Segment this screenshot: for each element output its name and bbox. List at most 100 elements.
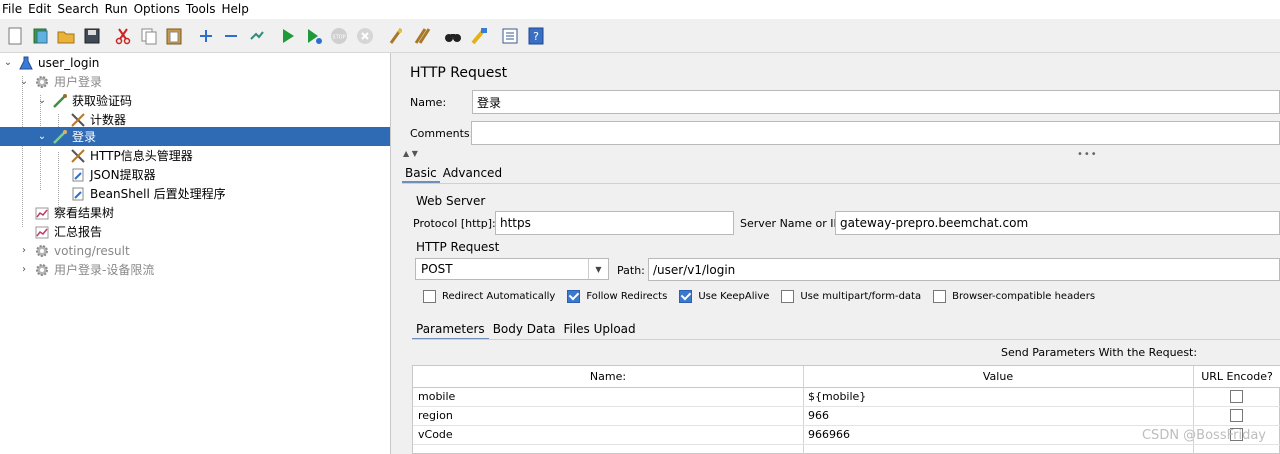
tab-advanced[interactable]: Advanced [440,163,505,183]
tree-item-voting-result[interactable]: › voting/result [0,241,390,260]
use-multipart-checkbox[interactable]: Use multipart/form-data [781,290,921,303]
save-icon[interactable] [80,24,104,48]
start-no-pause-icon[interactable] [302,24,326,48]
shutdown-icon[interactable] [353,24,377,48]
stop-icon[interactable]: STOP [327,24,351,48]
tab-basic[interactable]: Basic [402,163,440,183]
collapse-icon[interactable] [219,24,243,48]
function-helper-icon[interactable] [498,24,522,48]
protocol-label: Protocol [http]: [413,217,496,230]
subtabs-divider [412,339,1280,340]
column-header-name[interactable]: Name: [413,366,803,388]
table-row[interactable]: region 966 [413,407,1280,426]
follow-redirects-checkbox[interactable]: Follow Redirects [567,290,667,303]
menu-tools[interactable]: Tools [183,0,219,19]
templates-icon[interactable] [29,24,53,48]
url-encode-checkbox[interactable] [1230,390,1243,403]
param-value[interactable]: ${mobile} [803,388,1193,406]
tree-item-login[interactable]: ⌄ 登录 [0,127,390,146]
copy-icon[interactable] [137,24,161,48]
tree-item-get-code[interactable]: ⌄ 获取验证码 [0,91,390,110]
url-encode-checkbox[interactable] [1230,409,1243,422]
expanded-icon[interactable]: ⌄ [36,95,48,107]
parameter-tabs: Parameters Body Data Files Upload [412,317,640,341]
tab-body-data[interactable]: Body Data [489,318,560,340]
path-field[interactable]: /user/v1/login [648,258,1280,281]
sampler-icon [52,129,68,145]
tab-parameters[interactable]: Parameters [412,318,489,340]
expand-icon[interactable] [194,24,218,48]
menu-run[interactable]: Run [102,0,131,19]
checkbox-label: Follow Redirects [586,291,668,302]
param-name[interactable]: vCode [413,426,803,444]
collapsed-icon[interactable]: › [18,245,30,257]
tree-item-user-login-group[interactable]: ⌄ 用户登录 [0,72,390,91]
tree-item-json-extractor[interactable]: JSON提取器 [0,165,390,184]
cut-icon[interactable] [111,24,135,48]
config-icon [70,112,86,128]
svg-text:?: ? [533,30,539,43]
redirect-automatically-checkbox[interactable]: Redirect Automatically [423,290,555,303]
checkbox-box[interactable] [423,290,436,303]
server-field[interactable]: gateway-prepro.beemchat.com [835,211,1280,235]
splitter-arrows-icon[interactable]: ▲ ▼ [403,149,418,158]
new-icon[interactable] [3,24,27,48]
menu-search[interactable]: Search [54,0,101,19]
clear-all-icon[interactable] [410,24,434,48]
use-keepalive-checkbox[interactable]: Use KeepAlive [679,290,769,303]
tree-item-view-results-tree[interactable]: 察看结果树 [0,203,390,222]
method-select[interactable]: POST ▼ [415,258,609,280]
menu-options[interactable]: Options [131,0,183,19]
splitter-handle-icon[interactable]: ••• [1077,149,1098,160]
expanded-icon[interactable]: ⌄ [18,76,30,88]
column-header-url-encode[interactable]: URL Encode? [1193,366,1280,388]
checkbox-box[interactable] [567,290,581,303]
tree-item-user-login[interactable]: ⌄ user_login [0,53,390,72]
checkbox-box[interactable] [781,290,795,303]
param-value[interactable]: 966 [803,407,1193,425]
collapsed-icon[interactable]: › [18,264,30,276]
name-field[interactable]: 登录 [472,90,1280,114]
menu-help[interactable]: Help [218,0,251,19]
tree-item-label: 察看结果树 [54,206,115,220]
chevron-down-icon[interactable]: ▼ [588,259,608,279]
toggle-icon[interactable] [245,24,269,48]
tree-item-label: BeanShell 后置处理程序 [90,187,226,201]
config-icon [70,148,86,164]
watermark: CSDN @BossFriday [1141,428,1266,443]
tree-item-device-throttle[interactable]: › 用户登录-设备限流 [0,260,390,279]
search-icon[interactable] [441,24,465,48]
tree-item-beanshell-postprocessor[interactable]: BeanShell 后置处理程序 [0,184,390,203]
start-icon[interactable] [276,24,300,48]
tree-item-summary-report[interactable]: 汇总报告 [0,222,390,241]
checkbox-box[interactable] [679,290,693,303]
protocol-field[interactable]: https [495,211,734,235]
comments-field[interactable] [471,121,1280,145]
table-row[interactable]: mobile ${mobile} [413,388,1280,407]
reset-search-icon[interactable] [467,24,491,48]
tree-item-label: 用户登录 [54,75,103,89]
menu-file[interactable]: File [0,0,25,19]
listener-icon [34,224,50,240]
menu-edit[interactable]: Edit [25,0,54,19]
request-options: Redirect Automatically Follow Redirects … [423,290,1107,303]
param-value[interactable]: 966966 [803,426,1193,444]
param-name[interactable]: mobile [413,388,803,406]
expanded-icon[interactable]: ⌄ [2,57,14,69]
postprocessor-icon [70,186,86,202]
tree-item-header-manager[interactable]: HTTP信息头管理器 [0,146,390,165]
checkbox-box[interactable] [933,290,947,303]
tree-item-label: 用户登录-设备限流 [54,263,155,277]
paste-icon[interactable] [162,24,186,48]
browser-compatible-headers-checkbox[interactable]: Browser-compatible headers [933,290,1095,303]
help-icon[interactable]: ? [524,24,548,48]
checkbox-label: Use multipart/form-data [800,291,922,302]
open-icon[interactable] [54,24,78,48]
clear-icon[interactable] [384,24,408,48]
column-header-value[interactable]: Value [803,366,1193,388]
tab-files-upload[interactable]: Files Upload [559,318,639,340]
tree-item-label: HTTP信息头管理器 [90,149,193,163]
param-name[interactable]: region [413,407,803,425]
postprocessor-icon [70,167,86,183]
expanded-icon[interactable]: ⌄ [36,131,48,143]
